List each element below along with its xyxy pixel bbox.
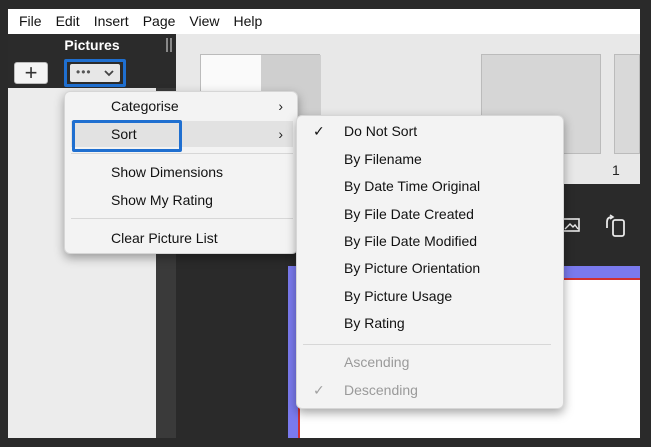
submenu-separator	[303, 344, 551, 345]
sort-option-label: By Picture Orientation	[344, 260, 481, 276]
menu-item-label: Clear Picture List	[111, 230, 218, 246]
add-picture-button[interactable]: +	[14, 62, 48, 84]
sort-option-by-picture-orientation[interactable]: By Picture Orientation	[303, 255, 559, 281]
checkmark-icon: ✓	[313, 382, 325, 398]
sort-option-by-date-time-original[interactable]: By Date Time Original	[303, 173, 559, 199]
menu-help[interactable]: Help	[227, 9, 270, 34]
menu-item-label: Show My Rating	[111, 192, 213, 208]
sort-submenu: ✓ Do Not Sort By Filename By Date Time O…	[296, 115, 564, 409]
pictures-options-menu: Categorise › Sort › Show Dimensions Show…	[64, 91, 298, 254]
menu-file[interactable]: File	[12, 9, 49, 34]
menu-separator	[71, 153, 293, 154]
page-thumbnail-partial[interactable]	[614, 54, 640, 154]
pictures-panel-title: Pictures	[64, 37, 120, 53]
app-window: File Edit Insert Page View Help Pictures…	[0, 0, 651, 447]
sort-focus-outline	[72, 120, 182, 152]
thumbnail-page-number: 1	[612, 162, 620, 178]
menu-item-label: Show Dimensions	[111, 164, 224, 180]
menu-insert[interactable]: Insert	[87, 9, 136, 34]
sort-option-label: By Picture Usage	[344, 288, 453, 304]
sort-option-by-file-date-modified[interactable]: By File Date Modified	[303, 228, 559, 254]
chevron-right-icon: ›	[278, 98, 283, 114]
chevron-down-icon	[103, 67, 115, 83]
pictures-toolbar: + •••	[8, 58, 176, 88]
panel-grip-icon[interactable]	[166, 38, 172, 52]
sort-order-ascending: Ascending	[303, 349, 559, 375]
sort-option-label: By File Date Modified	[344, 233, 478, 249]
chevron-right-icon: ›	[278, 126, 283, 142]
menu-separator	[71, 218, 293, 219]
sort-option-by-picture-usage[interactable]: By Picture Usage	[303, 283, 559, 309]
sort-option-label: Do Not Sort	[344, 123, 418, 139]
sort-order-label: Descending	[344, 382, 418, 398]
menu-item-label: Categorise	[111, 98, 179, 114]
sort-order-label: Ascending	[344, 354, 410, 370]
menu-item-show-my-rating[interactable]: Show My Rating	[71, 187, 293, 213]
ellipsis-icon: •••	[76, 65, 92, 79]
menu-view[interactable]: View	[182, 9, 226, 34]
sort-option-do-not-sort[interactable]: ✓ Do Not Sort	[303, 118, 559, 144]
more-options-button[interactable]: •••	[64, 59, 126, 87]
menu-edit[interactable]: Edit	[49, 9, 87, 34]
sort-option-by-filename[interactable]: By Filename	[303, 146, 559, 172]
rotate-page-icon[interactable]	[604, 214, 628, 246]
sort-option-by-rating[interactable]: By Rating	[303, 310, 559, 336]
checkmark-icon: ✓	[313, 123, 325, 139]
pictures-panel-header: Pictures	[8, 34, 176, 58]
menu-bar: File Edit Insert Page View Help	[8, 9, 640, 34]
menu-item-categorise[interactable]: Categorise ›	[71, 93, 293, 119]
menu-item-clear-picture-list[interactable]: Clear Picture List	[71, 225, 293, 251]
sort-option-label: By File Date Created	[344, 206, 474, 222]
menu-item-show-dimensions[interactable]: Show Dimensions	[71, 159, 293, 185]
sort-option-label: By Date Time Original	[344, 178, 481, 194]
image-icon[interactable]	[562, 216, 580, 240]
sort-option-label: By Rating	[344, 315, 405, 331]
more-options-inner[interactable]: •••	[70, 64, 120, 82]
sort-order-descending: ✓ Descending	[303, 377, 559, 403]
sort-option-label: By Filename	[344, 151, 422, 167]
menu-page[interactable]: Page	[136, 9, 183, 34]
sort-option-by-file-date-created[interactable]: By File Date Created	[303, 201, 559, 227]
